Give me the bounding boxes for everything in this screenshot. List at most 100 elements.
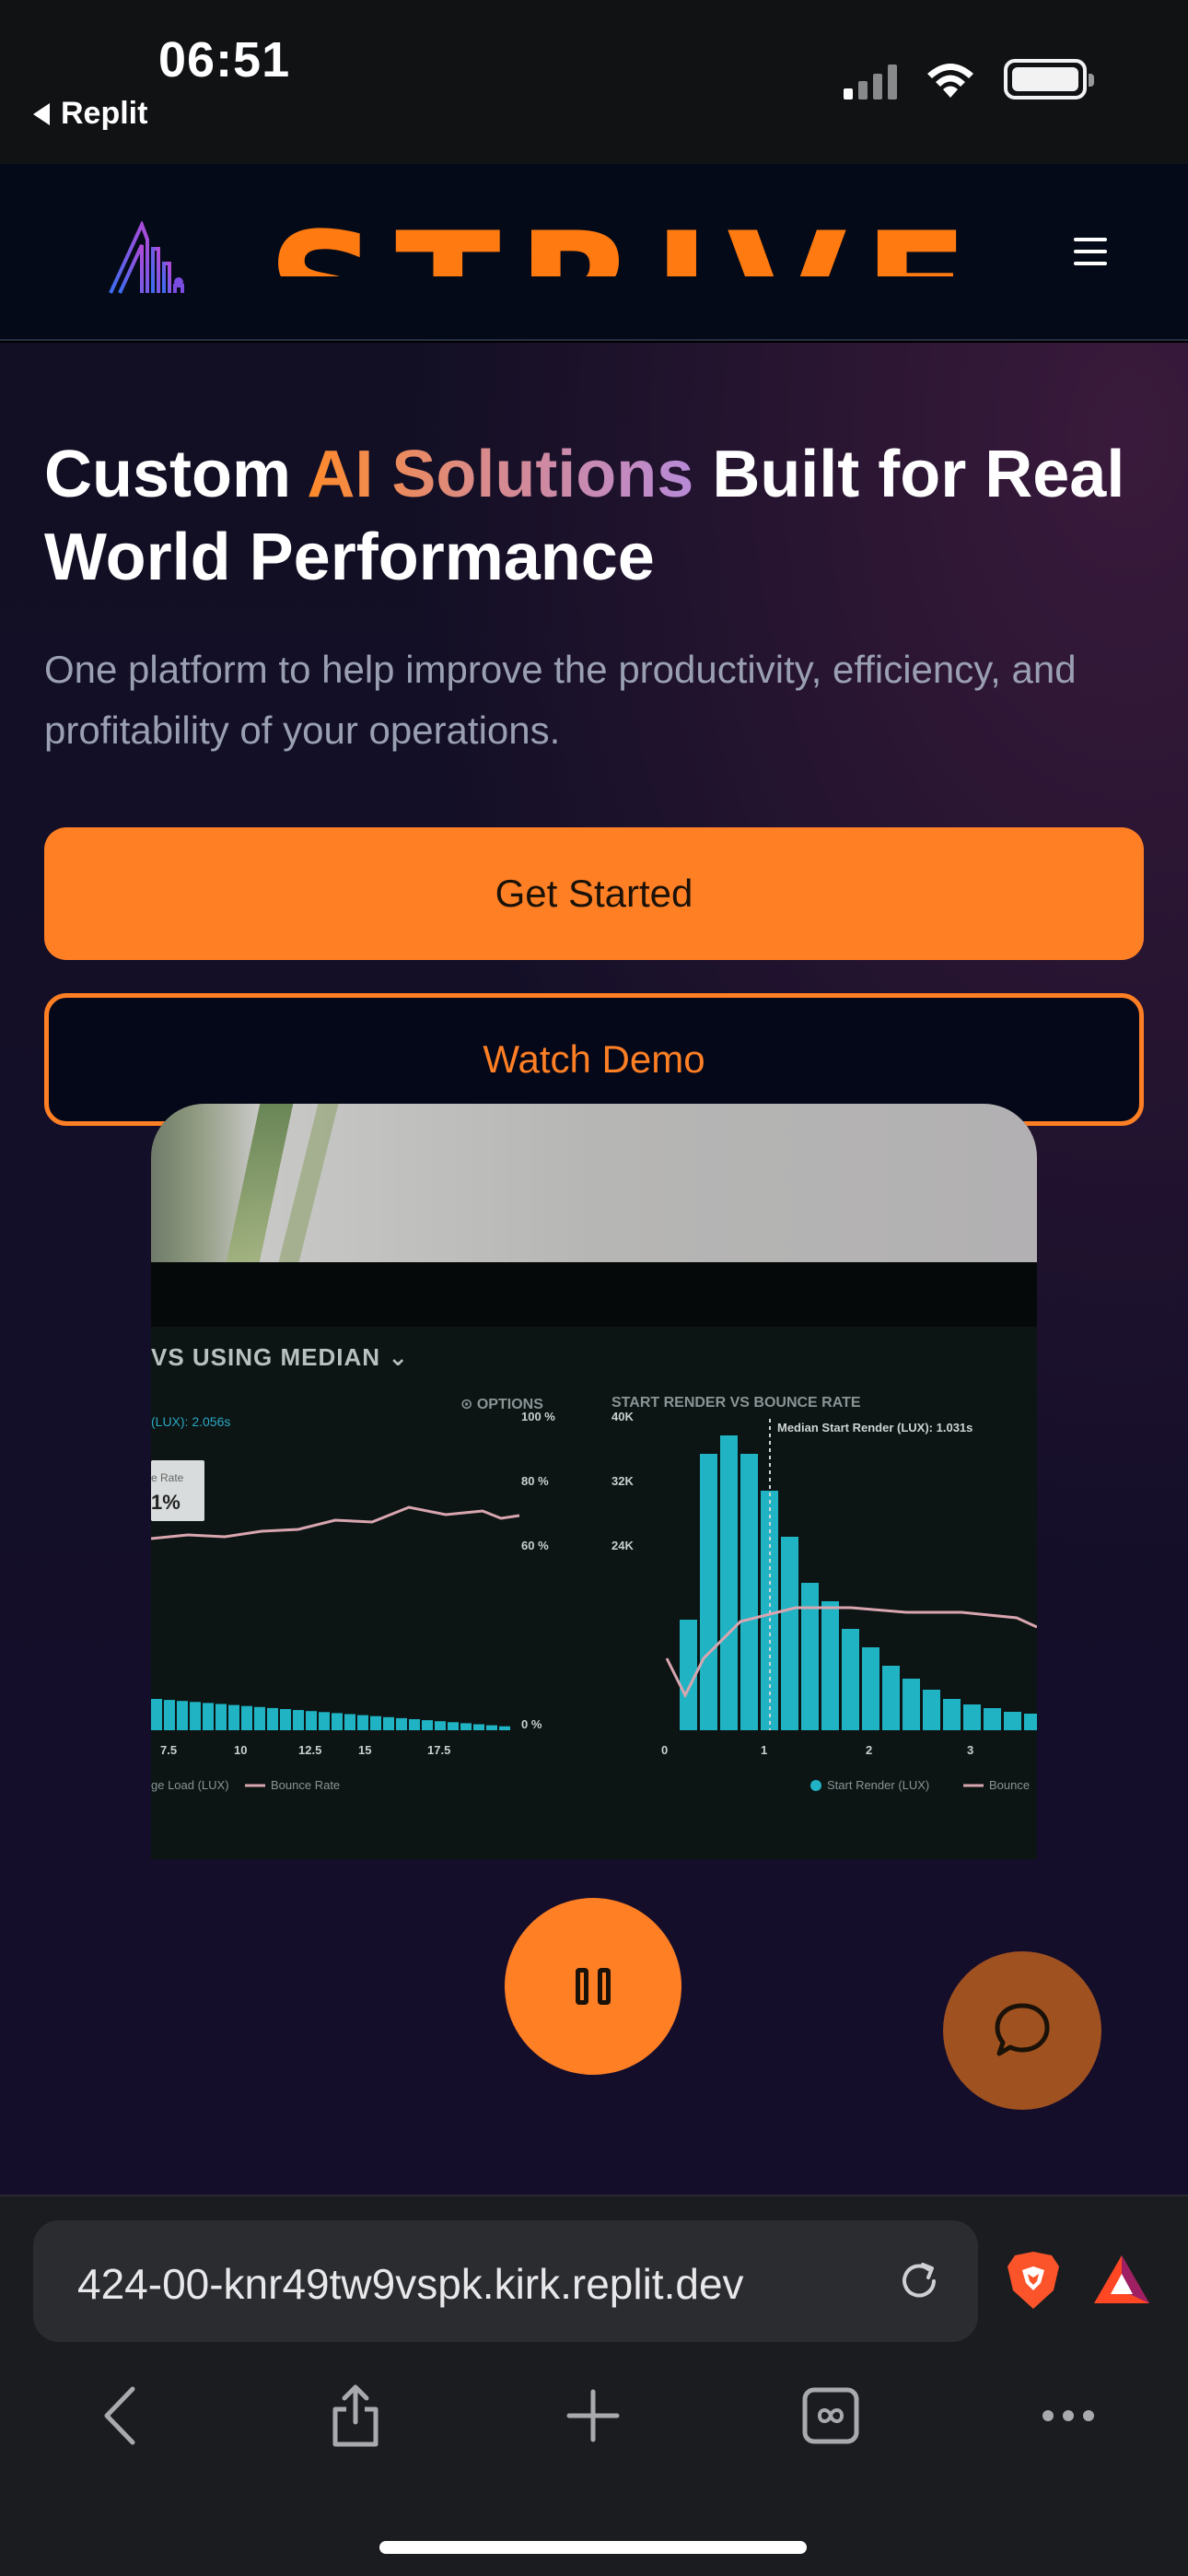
left-bar: [370, 1715, 381, 1730]
status-bar: 06:51 Replit: [0, 0, 1188, 164]
histogram-bar: [862, 1647, 879, 1730]
left-bar: [151, 1699, 162, 1730]
left-bar: [473, 1724, 484, 1730]
more-icon[interactable]: [1031, 2379, 1105, 2453]
count-tick: 24K: [611, 1539, 634, 1552]
hamburger-icon[interactable]: [1074, 238, 1107, 265]
left-annotation: (LUX): 2.056s: [151, 1414, 230, 1429]
left-bar: [332, 1713, 343, 1730]
left-x-tick: 12.5: [298, 1743, 321, 1757]
wifi-icon: [927, 64, 973, 98]
browser-bar: 424-00-knr49tw9vspk.kirk.replit.dev: [0, 2195, 1188, 2576]
new-tab-icon[interactable]: [556, 2379, 630, 2453]
chat-bubble-icon[interactable]: [943, 1951, 1101, 2110]
hero-subtitle: One platform to help improve the product…: [44, 648, 1077, 752]
screen-charts: (LUX): 2.056s e Rate 1% 100 % 80 % 60 % 0 % 40K…: [151, 1410, 1037, 1792]
logo-text: STRIVE: [267, 212, 985, 276]
left-bar: [409, 1719, 420, 1730]
left-bar: [396, 1717, 407, 1730]
brave-shield-icon[interactable]: [1006, 2250, 1061, 2311]
histogram-bar: [821, 1601, 839, 1730]
logo-wordmark[interactable]: STRIVE: [267, 212, 985, 276]
back-app-label: Replit: [61, 96, 148, 131]
left-legend: ge Load (LUX): [151, 1778, 229, 1792]
left-bar: [215, 1704, 227, 1730]
right-x-tick: 1: [761, 1743, 767, 1757]
left-bar: [448, 1722, 459, 1730]
left-x-tick: 15: [358, 1743, 371, 1757]
browser-toolbar: [0, 2379, 1188, 2489]
left-bar: [460, 1723, 472, 1730]
histogram-bar: [943, 1699, 961, 1730]
percent-tick: 80 %: [521, 1474, 549, 1488]
back-to-app-link[interactable]: Replit: [33, 96, 147, 132]
bat-rewards-icon[interactable]: [1092, 2254, 1151, 2305]
left-bar: [383, 1716, 394, 1730]
left-bar: [293, 1710, 304, 1730]
tabs-icon[interactable]: [794, 2379, 868, 2453]
left-tag-label: e Rate: [151, 1471, 184, 1484]
url-field[interactable]: 424-00-knr49tw9vspk.kirk.replit.dev: [33, 2220, 978, 2342]
percent-tick: 60 %: [521, 1539, 549, 1552]
left-bar: [190, 1702, 201, 1730]
left-bar: [280, 1709, 291, 1730]
left-bar: [306, 1711, 317, 1730]
pause-icon[interactable]: [505, 1898, 681, 2075]
right-x-tick: 3: [967, 1743, 973, 1757]
home-indicator[interactable]: [379, 2541, 807, 2554]
left-bar: [203, 1703, 214, 1730]
left-x-tick: 7.5: [160, 1743, 177, 1757]
share-icon[interactable]: [319, 2379, 392, 2453]
left-bar: [267, 1707, 278, 1730]
signal-icon: [844, 63, 897, 100]
right-x-tick: 0: [661, 1743, 668, 1757]
url-text: 424-00-knr49tw9vspk.kirk.replit.dev: [77, 2260, 744, 2308]
histogram-bar: [984, 1708, 1001, 1730]
left-bar: [486, 1725, 497, 1730]
histogram-bar: [963, 1704, 981, 1730]
histogram-bar: [923, 1690, 940, 1730]
site-header: STRIVE: [0, 164, 1188, 341]
histogram-bar: [720, 1435, 738, 1730]
media-background: [151, 1104, 1037, 1262]
left-x-tick: 17.5: [427, 1743, 450, 1757]
right-x-tick: 2: [866, 1743, 872, 1757]
left-bar: [499, 1726, 510, 1730]
histogram-bar: [842, 1629, 859, 1730]
histogram-bar: [700, 1454, 717, 1730]
right-legend-swatch: [810, 1780, 821, 1791]
histogram-bar: [1004, 1712, 1021, 1730]
left-bar: [319, 1712, 330, 1730]
histogram-bar: [781, 1537, 798, 1730]
histogram-bar: [740, 1454, 758, 1730]
left-bar: [228, 1704, 239, 1730]
battery-icon: [1004, 59, 1094, 100]
get-started-button[interactable]: Get Started: [44, 827, 1144, 960]
back-triangle-icon: [33, 102, 50, 125]
left-legend-bounce: Bounce Rate: [271, 1778, 340, 1792]
left-bar: [344, 1714, 355, 1730]
monitor-screen: VS USING MEDIAN ⌄ ⊙ OPTIONS START RENDER…: [151, 1327, 1037, 1859]
histogram-bar: [801, 1583, 819, 1730]
percent-tick: 100 %: [521, 1410, 555, 1423]
left-bar: [241, 1705, 252, 1730]
left-bar: [177, 1701, 188, 1730]
count-tick: 32K: [611, 1474, 634, 1488]
histogram-bar: [882, 1666, 900, 1730]
reload-icon[interactable]: [895, 2257, 943, 2305]
left-bar: [357, 1715, 368, 1730]
back-icon[interactable]: [83, 2379, 157, 2453]
histogram-bar: [903, 1679, 920, 1730]
left-x-tick: 10: [234, 1743, 247, 1757]
left-tag-value: 1%: [151, 1491, 181, 1514]
status-time: 06:51: [158, 32, 291, 88]
right-legend-bounce: Bounce: [989, 1778, 1030, 1792]
hero-media-image: VS USING MEDIAN ⌄ ⊙ OPTIONS START RENDER…: [151, 1104, 1037, 1859]
histogram-bar: [1024, 1714, 1037, 1730]
left-bar: [254, 1706, 265, 1730]
right-legend: Start Render (LUX): [827, 1778, 929, 1792]
logo-mark-icon[interactable]: [107, 221, 195, 297]
percent-tick: 0 %: [521, 1717, 542, 1731]
status-icons: [844, 59, 1094, 100]
hero-title-start: Custom: [44, 438, 308, 511]
